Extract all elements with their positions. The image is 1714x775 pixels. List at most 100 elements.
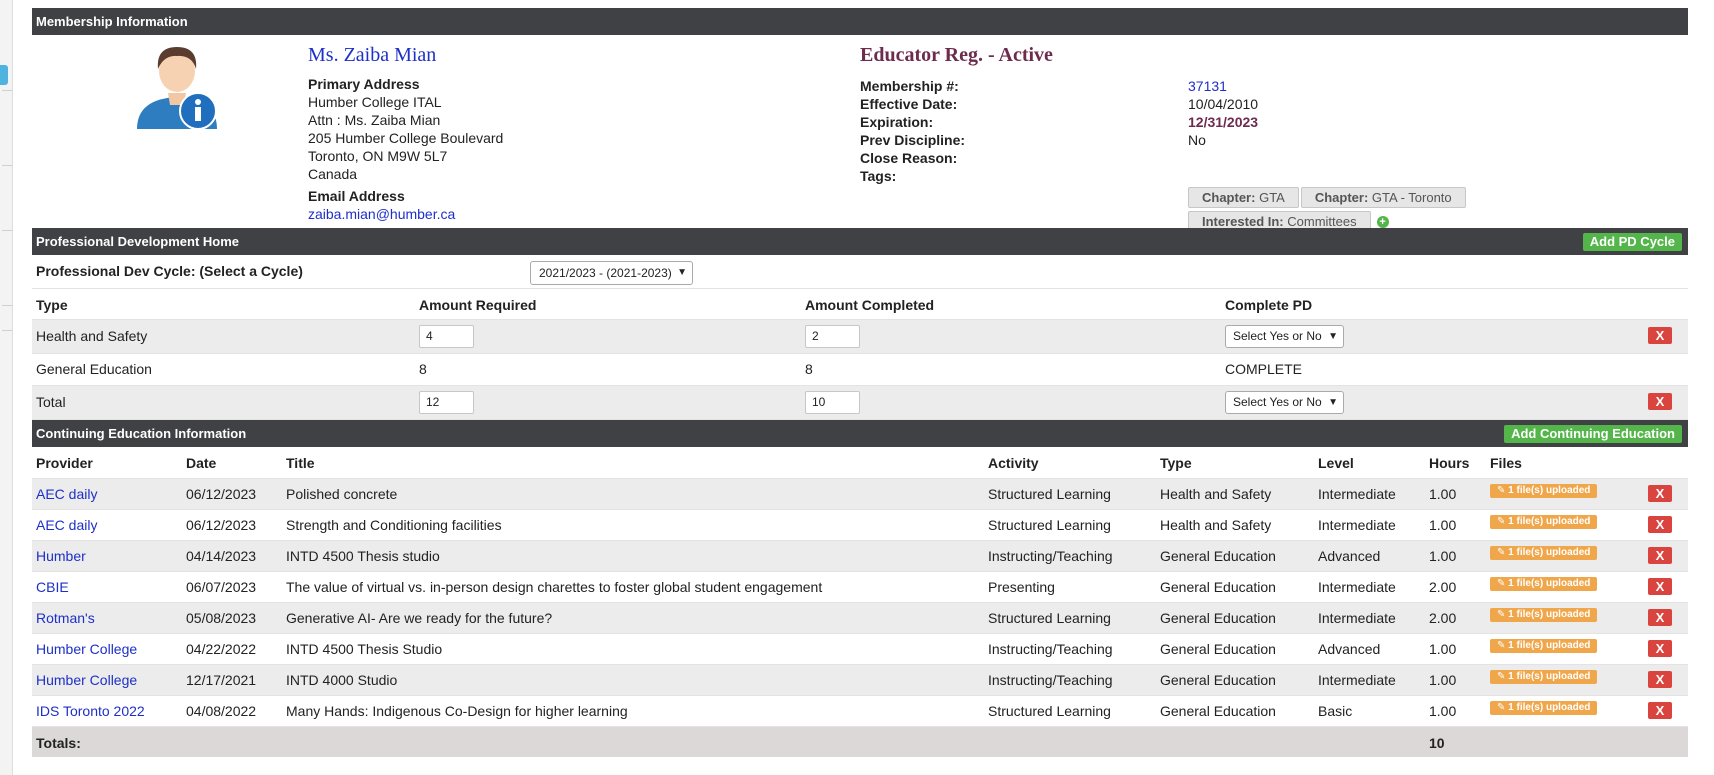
provider-link[interactable]: Humber College: [36, 641, 137, 657]
chevron-down-icon: ▼: [677, 267, 687, 278]
provider-link[interactable]: AEC daily: [36, 517, 97, 533]
input-value: 2: [812, 329, 819, 343]
gutter-divider: [2, 165, 12, 166]
tag-key: Chapter:: [1314, 190, 1369, 205]
delete-ce-row-button[interactable]: X: [1648, 609, 1672, 626]
delete-ce-row-button[interactable]: X: [1648, 547, 1672, 564]
paperclip-icon: ✎: [1497, 578, 1506, 589]
ce-level: Intermediate: [1318, 672, 1396, 688]
ce-type: Health and Safety: [1160, 486, 1272, 502]
ce-activity: Structured Learning: [988, 703, 1111, 719]
delete-ce-row-button[interactable]: X: [1648, 516, 1672, 533]
files-uploaded-badge[interactable]: ✎ 1 file(s) uploaded: [1490, 484, 1598, 498]
ce-col-provider: Provider: [36, 455, 93, 471]
files-uploaded-badge[interactable]: ✎ 1 file(s) uploaded: [1490, 608, 1598, 622]
delete-pd-row-button[interactable]: X: [1648, 327, 1672, 344]
delete-ce-row-button[interactable]: X: [1648, 702, 1672, 719]
ce-col-date: Date: [186, 455, 217, 471]
pd-row: General Education 8 8 COMPLETE: [32, 354, 1688, 386]
pd-cycle-select[interactable]: 2021/2023 - (2021-2023) ▼: [530, 261, 693, 285]
input-value: 4: [426, 329, 433, 343]
files-uploaded-badge[interactable]: ✎ 1 file(s) uploaded: [1490, 577, 1598, 591]
add-pd-cycle-button[interactable]: Add PD Cycle: [1582, 233, 1682, 251]
totals-label: Totals:: [36, 735, 81, 751]
files-uploaded-badge[interactable]: ✎ 1 file(s) uploaded: [1490, 515, 1598, 529]
paperclip-icon: ✎: [1497, 547, 1506, 558]
provider-link[interactable]: IDS Toronto 2022: [36, 703, 145, 719]
ce-type: General Education: [1160, 579, 1276, 595]
user-info-icon: [137, 47, 217, 130]
files-uploaded-badge[interactable]: ✎ 1 file(s) uploaded: [1490, 670, 1598, 684]
delete-pd-row-button[interactable]: X: [1648, 393, 1672, 410]
ce-hours: 1.00: [1429, 641, 1457, 657]
ce-table-header: Provider Date Title Activity Type Level …: [32, 447, 1688, 479]
ce-hours: 2.00: [1429, 610, 1457, 626]
gutter-marker[interactable]: [0, 65, 8, 85]
ce-rows: AEC daily 06/12/2023 Polished concrete S…: [32, 479, 1688, 727]
ce-type: General Education: [1160, 610, 1276, 626]
pd-col-type: Type: [36, 297, 68, 313]
ce-date: 04/14/2023: [186, 548, 257, 564]
ce-col-title: Title: [286, 455, 315, 471]
tag-chapter-gta[interactable]: Chapter: GTA: [1188, 187, 1299, 208]
complete-pd-select[interactable]: Select Yes or No ▼: [1225, 391, 1344, 414]
pd-col-complete-pd: Complete PD: [1225, 297, 1313, 313]
table-row: Humber College 12/17/2021 INTD 4000 Stud…: [32, 665, 1688, 696]
left-gutter: [0, 0, 13, 775]
ce-title: Generative AI- Are we ready for the futu…: [286, 610, 553, 626]
primary-address-label: Primary Address: [308, 76, 420, 92]
ce-col-level: Level: [1318, 455, 1354, 471]
member-name: Ms. Zaiba Mian: [308, 44, 437, 66]
files-uploaded-badge[interactable]: ✎ 1 file(s) uploaded: [1490, 639, 1598, 653]
ce-type: General Education: [1160, 703, 1276, 719]
amount-completed-input[interactable]: 2: [805, 325, 860, 348]
badge-label: 1 file(s) uploaded: [1508, 609, 1591, 620]
files-uploaded-badge[interactable]: ✎ 1 file(s) uploaded: [1490, 546, 1598, 560]
delete-ce-row-button[interactable]: X: [1648, 640, 1672, 657]
membership-status-title: Educator Reg. - Active: [860, 44, 1053, 66]
provider-link[interactable]: CBIE: [36, 579, 69, 595]
tag-value: GTA: [1259, 190, 1285, 205]
table-row: AEC daily 06/12/2023 Polished concrete S…: [32, 479, 1688, 510]
close-reason-label: Close Reason:: [860, 150, 958, 166]
amount-required-input[interactable]: 4: [419, 325, 474, 348]
pd-cycle-selected: 2021/2023 - (2021-2023): [539, 266, 672, 280]
ce-type: General Education: [1160, 641, 1276, 657]
delete-ce-row-button[interactable]: X: [1648, 485, 1672, 502]
tag-chapter-gta-toronto[interactable]: Chapter: GTA - Toronto: [1300, 187, 1466, 208]
total-required-input[interactable]: 12: [419, 391, 474, 414]
pd-row-status: COMPLETE: [1225, 361, 1303, 377]
provider-link[interactable]: Rotman's: [36, 610, 95, 626]
input-value: 12: [426, 395, 440, 409]
gutter-divider: [2, 305, 12, 306]
delete-ce-row-button[interactable]: X: [1648, 671, 1672, 688]
primary-address: Primary Address Humber College ITAL Attn…: [308, 75, 503, 223]
pd-cycle-label: Professional Dev Cycle: (Select a Cycle): [36, 263, 303, 279]
total-completed-input[interactable]: 10: [805, 391, 860, 414]
provider-link[interactable]: Humber College: [36, 672, 137, 688]
ce-date: 06/07/2023: [186, 579, 257, 595]
pd-table-header: Type Amount Required Amount Completed Co…: [32, 289, 1688, 320]
files-uploaded-badge[interactable]: ✎ 1 file(s) uploaded: [1490, 701, 1598, 715]
add-continuing-education-button[interactable]: Add Continuing Education: [1504, 425, 1682, 443]
provider-link[interactable]: AEC daily: [36, 486, 97, 502]
membership-number-link[interactable]: 37131: [1188, 77, 1227, 95]
delete-ce-row-button[interactable]: X: [1648, 578, 1672, 595]
ce-title: INTD 4500 Thesis Studio: [286, 641, 443, 657]
add-tag-icon[interactable]: +: [1376, 216, 1389, 229]
gutter-divider: [2, 230, 12, 231]
pd-row-type: General Education: [36, 361, 152, 377]
membership-header: Membership Information: [32, 8, 1688, 35]
table-row: Humber 04/14/2023 INTD 4500 Thesis studi…: [32, 541, 1688, 572]
ce-date: 06/12/2023: [186, 517, 257, 533]
ce-col-type: Type: [1160, 455, 1192, 471]
effective-date-label: Effective Date:: [860, 96, 958, 112]
email-link[interactable]: zaiba.mian@humber.ca: [308, 205, 503, 223]
paperclip-icon: ✎: [1497, 516, 1506, 527]
complete-pd-select[interactable]: Select Yes or No ▼: [1225, 325, 1344, 348]
ce-col-files: Files: [1490, 455, 1522, 471]
provider-link[interactable]: Humber: [36, 548, 86, 564]
ce-activity: Instructing/Teaching: [988, 641, 1113, 657]
paperclip-icon: ✎: [1497, 609, 1506, 620]
ce-title: Continuing Education Information: [36, 426, 247, 441]
